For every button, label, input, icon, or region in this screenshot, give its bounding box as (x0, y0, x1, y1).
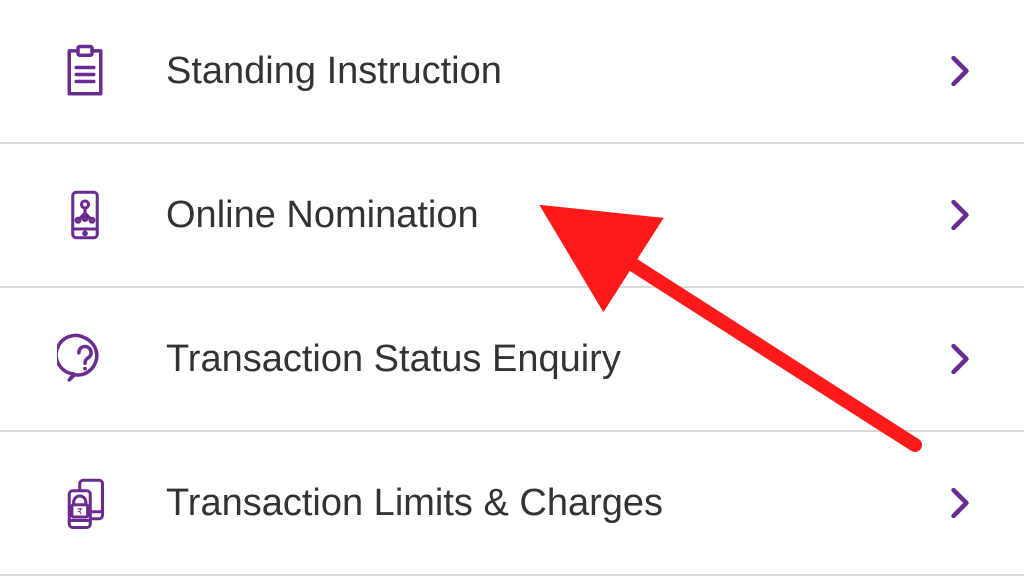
menu-item-label: Transaction Limits & Charges (126, 482, 940, 525)
menu-item-standing-instruction[interactable]: Standing Instruction (0, 0, 1024, 144)
menu-item-label: Transaction Status Enquiry (126, 338, 940, 381)
menu-item-label: Online Nomination (126, 194, 940, 237)
svg-text:₹: ₹ (77, 506, 83, 516)
chevron-right-icon (940, 195, 980, 235)
question-bubble-icon (44, 331, 126, 387)
lock-phone-icon: ₹ (44, 475, 126, 531)
chevron-right-icon (940, 483, 980, 523)
menu-item-transaction-status-enquiry[interactable]: Transaction Status Enquiry (0, 288, 1024, 432)
chevron-right-icon (940, 339, 980, 379)
settings-menu: Standing Instruction (0, 0, 1024, 576)
menu-item-online-nomination[interactable]: Online Nomination (0, 144, 1024, 288)
clipboard-icon (44, 43, 126, 99)
menu-item-transaction-limits-charges[interactable]: ₹ Transaction Limits & Charges (0, 432, 1024, 576)
menu-item-label: Standing Instruction (126, 50, 940, 93)
phone-person-icon (44, 187, 126, 243)
chevron-right-icon (940, 51, 980, 91)
